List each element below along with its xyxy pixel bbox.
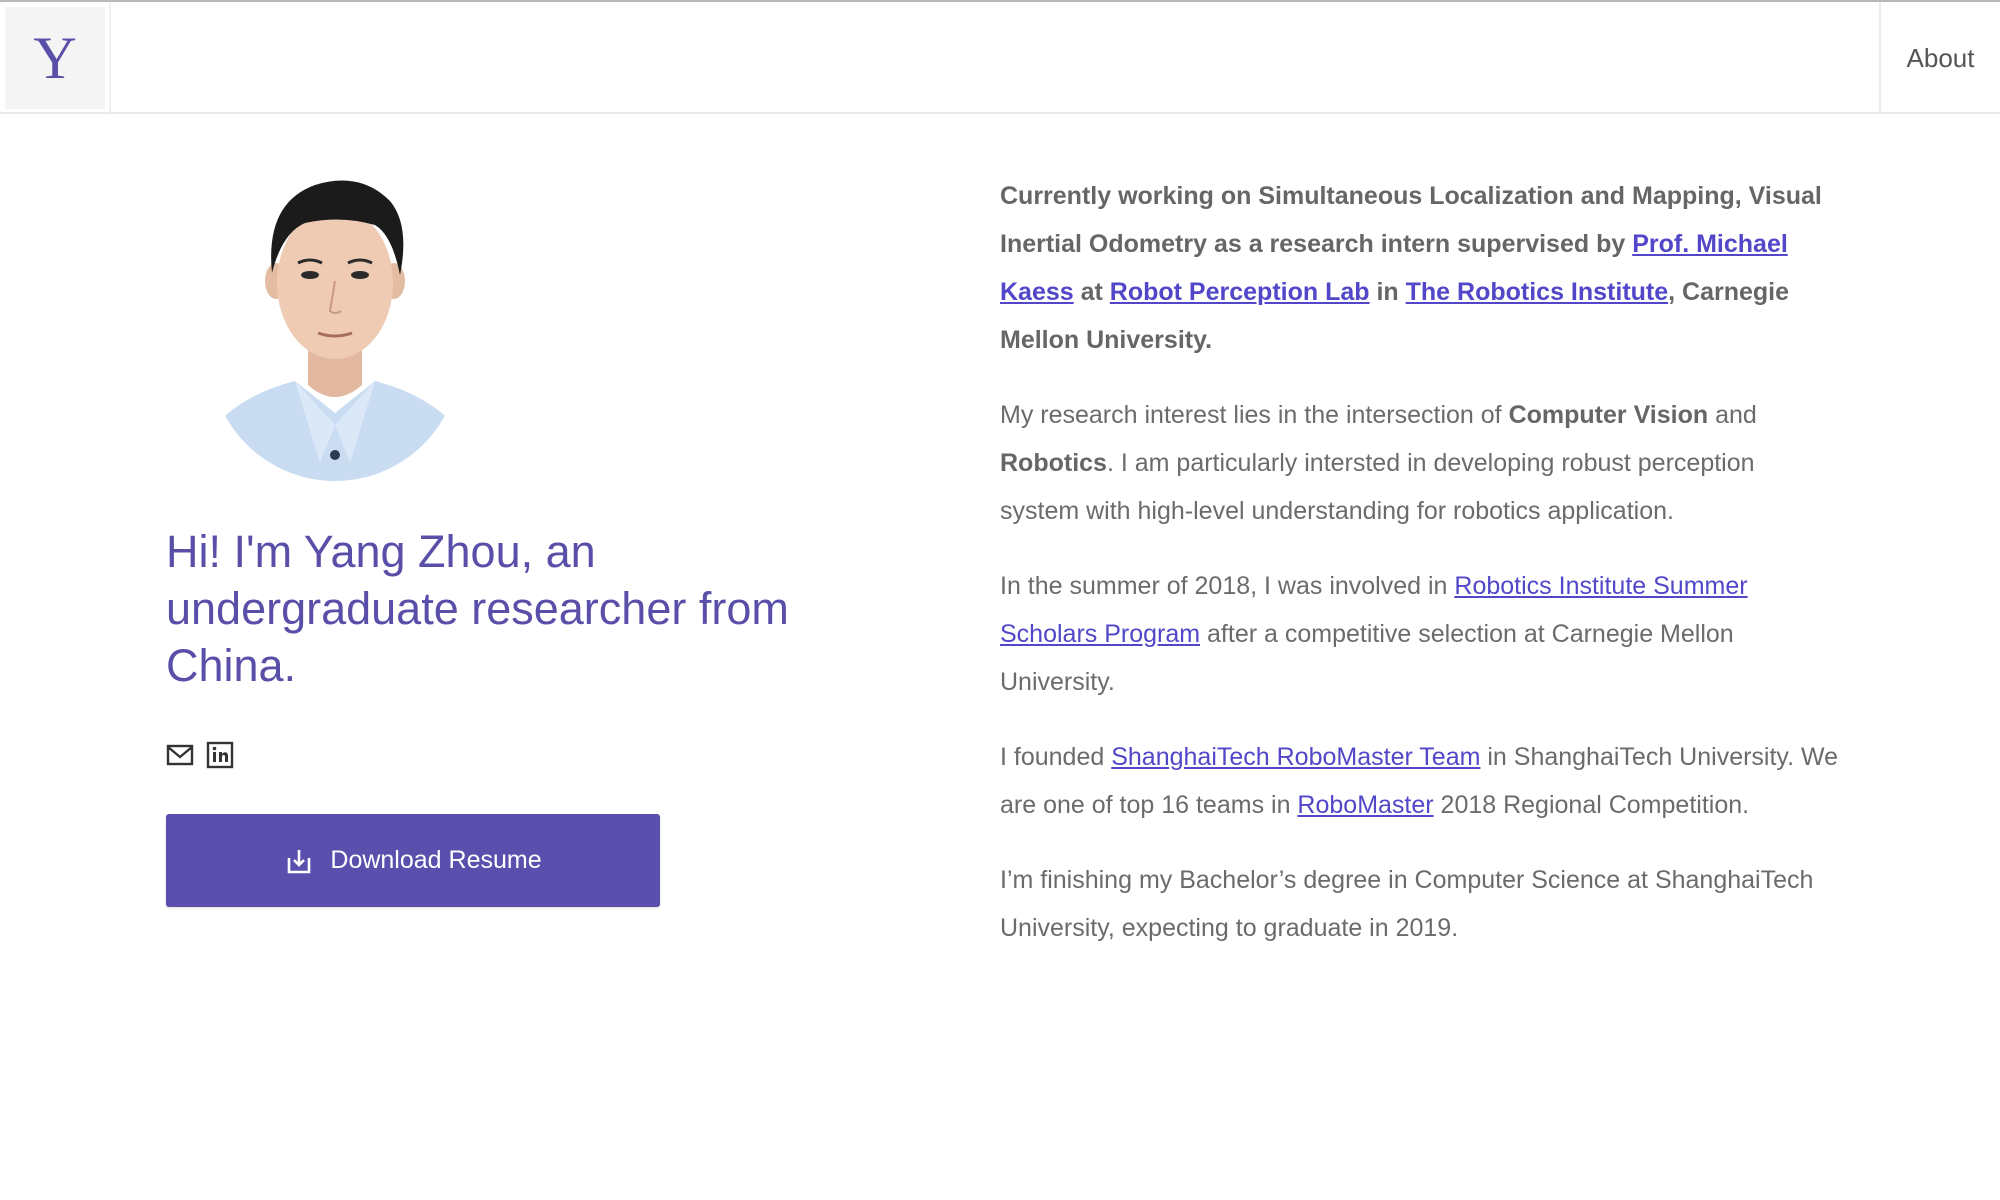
linkedin-link[interactable] [206, 741, 234, 769]
site-header: Y About [0, 2, 2000, 114]
bio-current-work: Currently working on Simultaneous Locali… [1000, 172, 1840, 364]
download-resume-label: Download Resume [330, 846, 542, 874]
bio-section: Currently working on Simultaneous Locali… [1000, 172, 1840, 979]
link-robot-perception-lab[interactable]: Robot Perception Lab [1110, 278, 1370, 306]
link-robomaster[interactable]: RoboMaster [1297, 791, 1433, 819]
logo-divider [109, 2, 111, 114]
nav-about-link[interactable]: About [1881, 2, 2000, 114]
link-robomaster-team[interactable]: ShanghaiTech RoboMaster Team [1111, 743, 1480, 771]
logo-letter: Y [33, 25, 77, 91]
link-robotics-institute[interactable]: The Robotics Institute [1406, 278, 1669, 306]
profile-photo [210, 163, 460, 481]
intro-heading: Hi! I'm Yang Zhou, an undergraduate rese… [166, 526, 789, 691]
bio-robomaster-team: I founded ShanghaiTech RoboMaster Team i… [1000, 743, 1839, 819]
portrait-illustration [210, 163, 460, 481]
download-icon [288, 849, 311, 873]
email-link[interactable] [166, 741, 194, 769]
mail-icon [166, 744, 194, 766]
bio-research-interest: My research interest lies in the interse… [1000, 401, 1757, 525]
bio-bold-computer-vision: Computer Vision [1508, 401, 1709, 429]
social-links [166, 740, 234, 770]
site-logo[interactable]: Y [5, 7, 105, 109]
bio-summer-program: In the summer of 2018, I was involved in… [1000, 572, 1748, 696]
bio-bold-robotics: Robotics [1000, 449, 1107, 477]
bio-degree: I’m finishing my Bachelor’s degree in Co… [1000, 866, 1814, 942]
download-resume-button[interactable]: Download Resume [166, 814, 660, 907]
bio-current-work-text: Currently working on Simultaneous Locali… [1000, 182, 1822, 354]
linkedin-icon [206, 741, 234, 769]
